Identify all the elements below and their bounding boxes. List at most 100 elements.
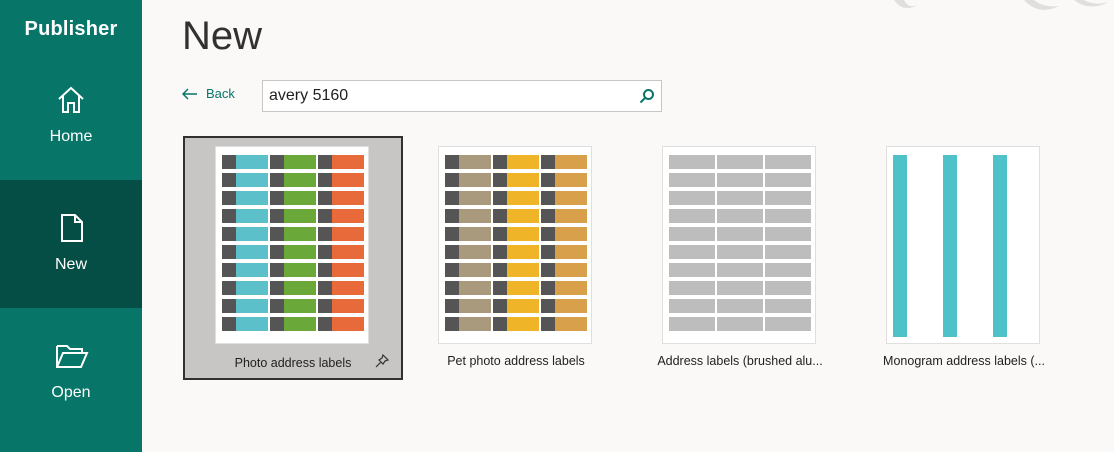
- label-cell: [717, 173, 763, 187]
- label-cell: [765, 191, 811, 205]
- label-cell: [717, 317, 763, 331]
- sidebar-item-new[interactable]: New: [0, 180, 142, 308]
- label-cell: [222, 317, 268, 331]
- label-cell: [445, 191, 491, 205]
- label-row: [222, 191, 364, 205]
- label-cell: [270, 227, 316, 241]
- sidebar-item-home[interactable]: Home: [0, 52, 142, 180]
- search-box[interactable]: [262, 80, 662, 112]
- label-strip: [993, 155, 1007, 337]
- label-cell: [318, 173, 364, 187]
- label-cell: [493, 173, 539, 187]
- template-card-photo-address-labels[interactable]: Photo address labels: [183, 136, 403, 380]
- label-cell: [270, 263, 316, 277]
- label-cell: [222, 299, 268, 313]
- label-row: [669, 317, 811, 331]
- label-cell: [717, 227, 763, 241]
- label-cell: [493, 317, 539, 331]
- label-cell: [270, 209, 316, 223]
- label-cell: [717, 263, 763, 277]
- label-cell: [445, 173, 491, 187]
- label-cell: [669, 299, 715, 313]
- label-cell: [318, 155, 364, 169]
- label-row: [445, 173, 587, 187]
- label-cell: [669, 155, 715, 169]
- label-cell: [669, 317, 715, 331]
- template-card-pet-photo-address-labels[interactable]: Pet photo address labels: [406, 136, 626, 380]
- label-row: [222, 317, 364, 331]
- label-cell: [765, 155, 811, 169]
- label-row: [445, 155, 587, 169]
- search-input[interactable]: [263, 87, 623, 105]
- label-row: [222, 299, 364, 313]
- template-thumbnail: [886, 146, 1040, 344]
- new-document-icon: [61, 214, 83, 242]
- label-cell: [222, 281, 268, 295]
- page-title: New: [182, 14, 263, 58]
- label-cell: [270, 245, 316, 259]
- label-row: [669, 299, 811, 313]
- label-cell: [765, 227, 811, 241]
- template-thumbnail: [662, 146, 816, 344]
- label-row: [222, 281, 364, 295]
- label-cell: [541, 227, 587, 241]
- app-title: Publisher: [24, 18, 118, 40]
- arrow-left-icon: [182, 87, 197, 100]
- label-cell: [765, 263, 811, 277]
- template-card-monogram-address-labels[interactable]: Monogram address labels (...: [854, 136, 1074, 380]
- label-cell: [222, 263, 268, 277]
- label-cell: [541, 299, 587, 313]
- label-cell: [318, 299, 364, 313]
- label-row: [669, 227, 811, 241]
- back-button[interactable]: Back: [182, 86, 235, 101]
- label-row: [669, 155, 811, 169]
- label-cell: [445, 209, 491, 223]
- label-cell: [270, 299, 316, 313]
- sidebar-item-label: Open: [51, 384, 91, 401]
- label-row: [222, 155, 364, 169]
- label-cell: [541, 263, 587, 277]
- sidebar-item-label: Home: [49, 128, 93, 145]
- label-cell: [445, 317, 491, 331]
- label-cell: [669, 263, 715, 277]
- sidebar: Publisher Home New Open: [0, 0, 142, 452]
- label-cell: [222, 245, 268, 259]
- pin-icon[interactable]: [375, 354, 389, 368]
- label-cell: [318, 227, 364, 241]
- sidebar-item-open[interactable]: Open: [0, 308, 142, 436]
- label-row: [669, 173, 811, 187]
- label-cell: [318, 281, 364, 295]
- label-cell: [765, 245, 811, 259]
- label-cell: [669, 173, 715, 187]
- home-icon: [58, 86, 84, 113]
- search-icon[interactable]: [639, 88, 655, 104]
- label-row: [222, 245, 364, 259]
- label-cell: [541, 245, 587, 259]
- label-row: [445, 191, 587, 205]
- template-card-address-labels-brushed[interactable]: Address labels (brushed alu...: [630, 136, 850, 380]
- label-cell: [493, 245, 539, 259]
- label-cell: [541, 317, 587, 331]
- label-row: [445, 209, 587, 223]
- template-label: Address labels (brushed alu...: [657, 354, 823, 368]
- label-row: [669, 191, 811, 205]
- label-row: [669, 209, 811, 223]
- label-cell: [445, 245, 491, 259]
- label-cell: [222, 209, 268, 223]
- label-cell: [541, 191, 587, 205]
- label-cell: [541, 281, 587, 295]
- label-cell: [717, 245, 763, 259]
- label-cell: [445, 299, 491, 313]
- label-cell: [541, 209, 587, 223]
- label-cell: [222, 191, 268, 205]
- label-row: [222, 227, 364, 241]
- label-cell: [493, 209, 539, 223]
- label-cell: [270, 155, 316, 169]
- label-row: [669, 263, 811, 277]
- label-cell: [222, 155, 268, 169]
- label-cell: [717, 155, 763, 169]
- decorative-leaves: [894, 0, 1109, 10]
- label-row: [445, 263, 587, 277]
- folder-open-icon: [56, 345, 89, 368]
- label-cell: [445, 227, 491, 241]
